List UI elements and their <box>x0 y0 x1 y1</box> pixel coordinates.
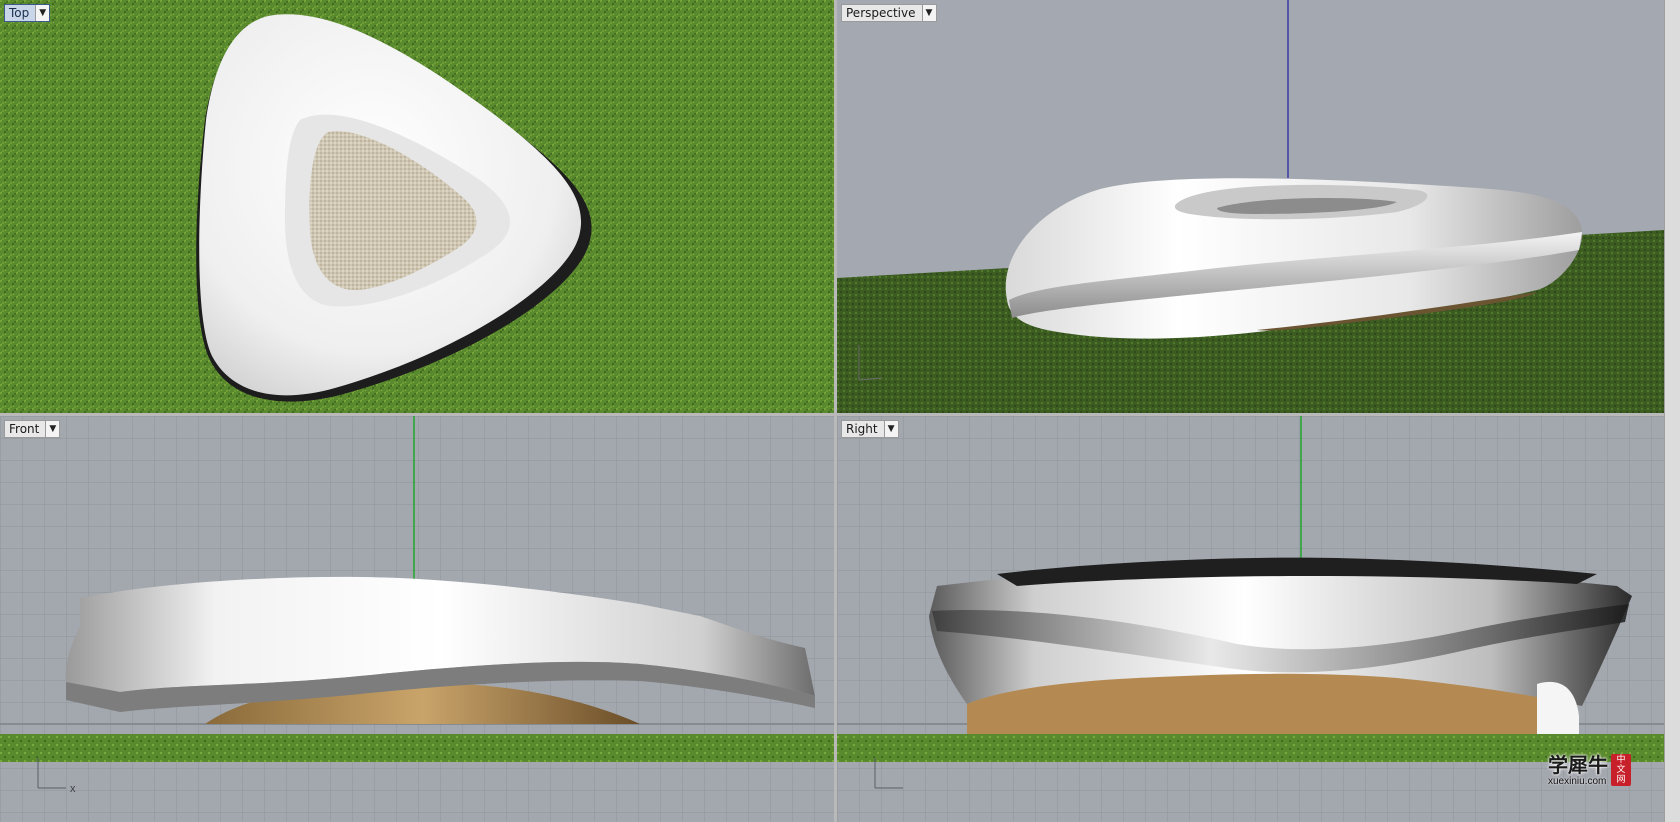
viewport-splitter-horizontal[interactable] <box>0 413 1680 416</box>
viewport-right[interactable]: Right ▼ <box>837 416 1664 822</box>
viewport-label-top[interactable]: Top ▼ <box>4 4 51 22</box>
seal-char-1: 中 <box>1616 755 1626 765</box>
viewport-splitter-vertical[interactable] <box>834 0 837 822</box>
viewport-label-front[interactable]: Front ▼ <box>4 420 61 438</box>
grass-ground <box>837 734 1664 762</box>
viewport-title-front: Front <box>9 422 40 436</box>
front-viewport-canvas: x <box>0 416 834 822</box>
dropdown-arrow-icon[interactable]: ▼ <box>921 5 936 21</box>
side-panel-edge <box>1664 0 1680 822</box>
viewport-label-right[interactable]: Right ▼ <box>841 420 899 438</box>
perspective-viewport-canvas <box>837 0 1664 413</box>
watermark-seal: 中 文 网 <box>1611 754 1631 786</box>
viewport-label-perspective[interactable]: Perspective ▼ <box>841 4 937 22</box>
viewport-title-perspective: Perspective <box>846 6 916 20</box>
right-viewport-canvas <box>837 416 1664 822</box>
viewport-top[interactable]: Top ▼ <box>0 0 834 413</box>
viewport-title-top: Top <box>9 6 30 20</box>
dropdown-arrow-icon[interactable]: ▼ <box>883 421 898 437</box>
seal-char-2: 文 <box>1616 765 1626 775</box>
grass-ground <box>0 734 834 762</box>
watermark-url: xuexiniu.com <box>1548 775 1607 787</box>
watermark-logo: 学犀牛 xuexiniu.com 中 文 网 <box>1548 750 1644 790</box>
x-axis-label: x <box>70 783 76 795</box>
seal-char-3: 网 <box>1616 775 1626 785</box>
viewport-title-right: Right <box>846 422 878 436</box>
viewport-front[interactable]: x Front ▼ <box>0 416 834 822</box>
watermark-chinese-text: 学犀牛 <box>1548 752 1608 777</box>
viewport-perspective[interactable]: Perspective ▼ <box>837 0 1664 413</box>
dropdown-arrow-icon[interactable]: ▼ <box>35 5 50 21</box>
dropdown-arrow-icon[interactable]: ▼ <box>45 421 60 437</box>
top-viewport-canvas <box>0 0 834 413</box>
